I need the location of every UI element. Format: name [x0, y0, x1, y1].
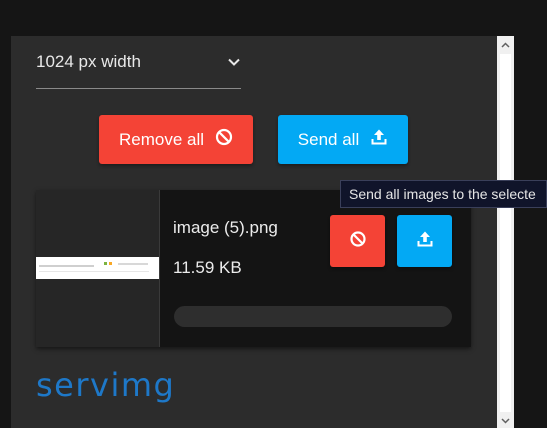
- thumbnail-preview: [36, 257, 159, 279]
- size-select-value: 1024 px width: [36, 52, 141, 71]
- send-all-label: Send all: [297, 129, 360, 149]
- remove-image-button[interactable]: [330, 215, 385, 267]
- remove-all-label: Remove all: [118, 129, 205, 149]
- upload-icon: [370, 128, 388, 151]
- scroll-thumb[interactable]: [500, 54, 511, 412]
- send-image-button[interactable]: [397, 215, 452, 267]
- vertical-scrollbar[interactable]: [497, 36, 514, 428]
- block-icon: [215, 128, 233, 151]
- size-select[interactable]: 1024 px width: [36, 47, 241, 89]
- file-size: 11.59 KB: [173, 258, 242, 277]
- block-icon: [349, 230, 367, 253]
- remove-all-button[interactable]: Remove all: [99, 115, 253, 164]
- file-name: image (5).png: [173, 218, 278, 237]
- scroll-up-icon[interactable]: [497, 38, 514, 52]
- chevron-down-icon: [227, 55, 241, 69]
- send-all-tooltip: Send all images to the selecte: [340, 180, 547, 208]
- servimg-logo: servimg: [36, 366, 176, 404]
- scroll-down-icon[interactable]: [497, 414, 514, 428]
- image-thumbnail: [36, 190, 160, 347]
- upload-icon: [416, 230, 434, 253]
- upload-progress-bar: [174, 306, 452, 327]
- send-all-button[interactable]: Send all: [278, 115, 408, 164]
